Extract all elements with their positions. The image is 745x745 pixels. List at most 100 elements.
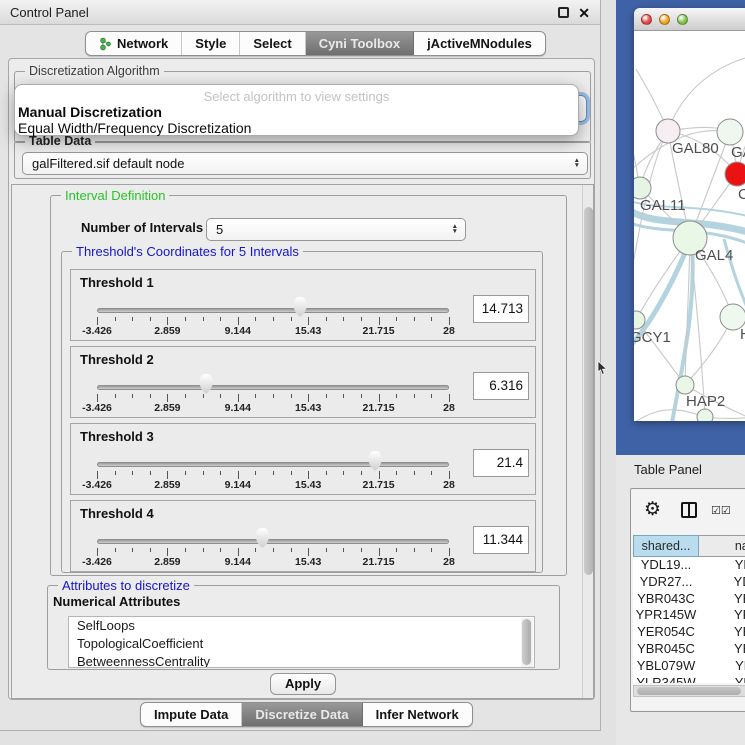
slider-tick <box>326 394 327 398</box>
slider-tick-label: 15.43 <box>295 402 321 414</box>
threshold-value-field[interactable]: 6.316 <box>473 372 529 400</box>
network-node-node-red[interactable] <box>725 162 745 186</box>
slider-tick <box>220 548 221 552</box>
tab-style[interactable]: Style <box>182 32 240 55</box>
slider-tick <box>449 394 450 402</box>
thresholds-group: Threshold's Coordinates for 5 Intervals … <box>61 251 543 573</box>
apply-button[interactable]: Apply <box>270 673 336 695</box>
slider-tick <box>414 548 415 552</box>
table-row[interactable]: YDL19...YDL1 <box>633 557 745 574</box>
combo-arrows-icon: ▲▼ <box>574 158 580 170</box>
network-node-hap2[interactable] <box>676 376 694 394</box>
network-canvas[interactable]: GAL80GACGAL11GAL4GCY1HHAP2 <box>634 31 745 421</box>
network-node-node-top-right[interactable] <box>717 119 743 145</box>
threshold-slider-thumb[interactable] <box>368 451 383 471</box>
slider-tick <box>167 317 168 325</box>
popup-option-equal-width[interactable]: Equal Width/Frequency Discretization <box>18 120 251 136</box>
settings-scroll-area: Interval Definition Number of Intervals … <box>11 184 594 699</box>
attribute-list-item[interactable]: SelfLoops <box>69 617 534 635</box>
split-columns-icon[interactable] <box>681 502 697 518</box>
checkbox-pair-icon[interactable]: ☑☑ <box>711 504 731 517</box>
float-window-icon[interactable] <box>558 7 569 18</box>
attribute-list-item[interactable]: TopologicalCoefficient <box>69 635 534 653</box>
slider-tick-label: -3.426 <box>82 325 112 337</box>
threshold-label: Threshold 2 <box>80 352 154 367</box>
column-header-1[interactable]: shared... <box>633 535 699 557</box>
slider-tick-label: 9.144 <box>225 556 251 568</box>
slider-tick <box>291 471 292 475</box>
slider-tick <box>238 471 239 479</box>
tab-network[interactable]: Network <box>86 32 182 55</box>
network-node-label: GAL11 <box>640 197 686 214</box>
threshold-slider-track[interactable] <box>97 308 449 313</box>
number-of-intervals-select[interactable]: 5 ▲▼ <box>206 218 466 241</box>
table-horizontal-scrollbar[interactable] <box>633 685 745 697</box>
slider-tick <box>308 548 309 556</box>
slider-tick <box>185 548 186 552</box>
slider-tick <box>431 548 432 552</box>
table-row[interactable]: YPR145WYPR1 <box>633 607 745 624</box>
table-data-select[interactable]: galFiltered.sif default node ▲▼ <box>22 152 588 175</box>
gear-icon[interactable]: ⚙ <box>644 498 661 521</box>
tab-select[interactable]: Select <box>240 32 305 55</box>
table-row[interactable]: YBL079WYBL0 <box>633 658 745 675</box>
main-scrollbar[interactable] <box>582 185 594 699</box>
threshold-slider-track[interactable] <box>97 462 449 467</box>
slider-tick <box>115 317 116 321</box>
threshold-value-field[interactable]: 11.344 <box>473 526 529 554</box>
number-of-intervals-label: Number of Intervals <box>81 220 203 235</box>
slider-tick <box>150 471 151 475</box>
column-header-2[interactable]: name <box>699 535 745 557</box>
threshold-value-field[interactable]: 14.713 <box>473 295 529 323</box>
list-scrollbar[interactable] <box>521 618 533 668</box>
minimize-traffic-light[interactable] <box>659 14 670 25</box>
network-node-node-bottom[interactable] <box>697 409 713 421</box>
threshold-slider-track[interactable] <box>97 385 449 390</box>
slider-tick-label: 15.43 <box>295 479 321 491</box>
threshold-value-field[interactable]: 21.4 <box>473 449 529 477</box>
tab-jactivemnodules[interactable]: jActiveMNodules <box>414 32 545 55</box>
slider-tick <box>343 548 344 552</box>
threshold-slider-thumb[interactable] <box>199 374 214 394</box>
close-icon[interactable]: ✕ <box>578 3 590 23</box>
tab-label: Style <box>195 32 226 55</box>
table-panel-region: Table Panel ⚙ ☑☑ shared...name YDL19...Y… <box>616 455 745 745</box>
table-row[interactable]: YER054CYER0 <box>633 624 745 641</box>
network-node-gal11[interactable] <box>634 177 651 199</box>
attribute-list-item[interactable]: BetweennessCentrality <box>69 653 534 668</box>
zoom-traffic-light[interactable] <box>677 14 688 25</box>
table-row[interactable]: YLR345WYLR3 <box>633 675 745 683</box>
network-edge[interactable] <box>634 410 705 421</box>
bottom-tab-discretize-data[interactable]: Discretize Data <box>242 703 362 726</box>
tab-label: Network <box>117 32 168 55</box>
table-cell-name: YDR2 <box>699 574 745 591</box>
slider-tick <box>414 394 415 398</box>
slider-tick <box>220 394 221 398</box>
table-row[interactable]: YDR27...YDR2 <box>633 574 745 591</box>
slider-tick <box>203 394 204 398</box>
slider-tick <box>343 471 344 475</box>
bottom-tab-label: Impute Data <box>154 703 228 726</box>
slider-tick <box>220 471 221 475</box>
close-traffic-light[interactable] <box>641 14 652 25</box>
slider-tick <box>150 317 151 321</box>
threshold-slider-thumb[interactable] <box>293 297 308 317</box>
bottom-tab-infer-network[interactable]: Infer Network <box>363 703 472 726</box>
numerical-attributes-list[interactable]: SelfLoopsTopologicalCoefficientBetweenne… <box>68 616 535 668</box>
table-row[interactable]: YBR045CYBR0 <box>633 641 745 658</box>
table-panel-toolbar: ⚙ ☑☑ <box>631 489 745 533</box>
table-row[interactable]: YBR043CYBR0 <box>633 591 745 608</box>
tab-label: Select <box>253 32 291 55</box>
main-scrollbar-thumb[interactable] <box>584 207 593 575</box>
slider-tick <box>361 317 362 321</box>
table-data-selected-value: galFiltered.sif default node <box>32 156 184 171</box>
tab-cyni-toolbox[interactable]: Cyni Toolbox <box>306 32 414 55</box>
table-cell-name: YBR0 <box>699 641 745 658</box>
bottom-tab-impute-data[interactable]: Impute Data <box>141 703 242 726</box>
threshold-slider-track[interactable] <box>97 539 449 544</box>
threshold-slider-thumb[interactable] <box>255 528 270 548</box>
popup-option-manual[interactable]: Manual Discretization <box>18 104 162 120</box>
table-header-row: shared...name <box>633 535 745 557</box>
slider-tick-label: 2.859 <box>154 325 180 337</box>
table-hscroll-thumb[interactable] <box>637 687 741 695</box>
